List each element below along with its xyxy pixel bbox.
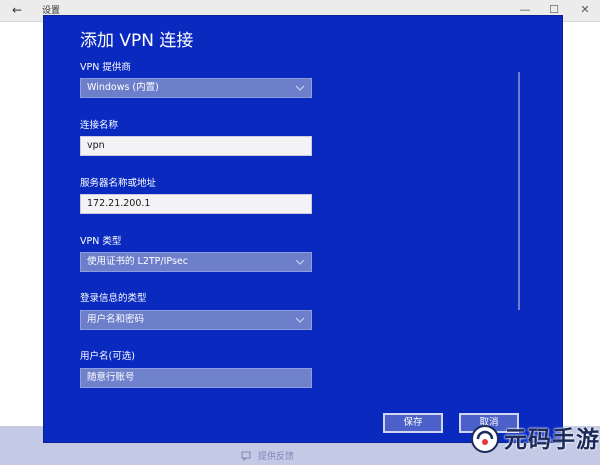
connection-name-label: 连接名称: [80, 120, 119, 131]
vpn-type-select[interactable]: 使用证书的 L2TP/IPsec: [80, 252, 312, 272]
minimize-icon[interactable]: —: [518, 3, 532, 17]
server-address-input[interactable]: 172.21.200.1: [80, 194, 312, 214]
chevron-down-icon: [295, 85, 305, 91]
username-label: 用户名(可选): [80, 351, 135, 362]
chevron-down-icon: [295, 259, 305, 265]
connection-name-input[interactable]: vpn: [80, 136, 312, 156]
feedback-icon[interactable]: [241, 451, 251, 461]
close-icon[interactable]: ✕: [578, 3, 592, 17]
scrollbar[interactable]: [518, 72, 520, 310]
server-address-value: 172.21.200.1: [87, 198, 151, 209]
connection-name-value: vpn: [87, 140, 105, 151]
signin-type-select[interactable]: 用户名和密码: [80, 310, 312, 330]
chevron-down-icon: [295, 317, 305, 323]
settings-window: ← 设置 — ☐ ✕ 添加 VPN 连接 VPN 提供商 Windows (内置…: [0, 0, 600, 465]
watermark-text: 元码手游网: [504, 427, 600, 453]
maximize-icon[interactable]: ☐: [547, 3, 561, 17]
watermark-logo-icon: [471, 425, 499, 453]
signin-type-label: 登录信息的类型: [80, 293, 147, 304]
add-vpn-dialog: 添加 VPN 连接 VPN 提供商 Windows (内置) 连接名称 vpn …: [44, 16, 562, 442]
back-arrow-icon[interactable]: ←: [10, 3, 24, 17]
vpn-provider-select[interactable]: Windows (内置): [80, 78, 312, 98]
signin-type-value: 用户名和密码: [87, 314, 145, 325]
feedback-link[interactable]: 提供反馈: [258, 451, 294, 463]
save-button[interactable]: 保存: [383, 413, 443, 433]
username-value: 随意行账号: [87, 372, 135, 383]
username-input[interactable]: 随意行账号: [80, 368, 312, 388]
vpn-type-value: 使用证书的 L2TP/IPsec: [87, 256, 188, 267]
vpn-provider-value: Windows (内置): [87, 82, 159, 93]
vpn-provider-label: VPN 提供商: [80, 62, 131, 73]
dialog-title: 添加 VPN 连接: [80, 31, 194, 51]
server-address-label: 服务器名称或地址: [80, 178, 157, 189]
vpn-type-label: VPN 类型: [80, 236, 122, 247]
